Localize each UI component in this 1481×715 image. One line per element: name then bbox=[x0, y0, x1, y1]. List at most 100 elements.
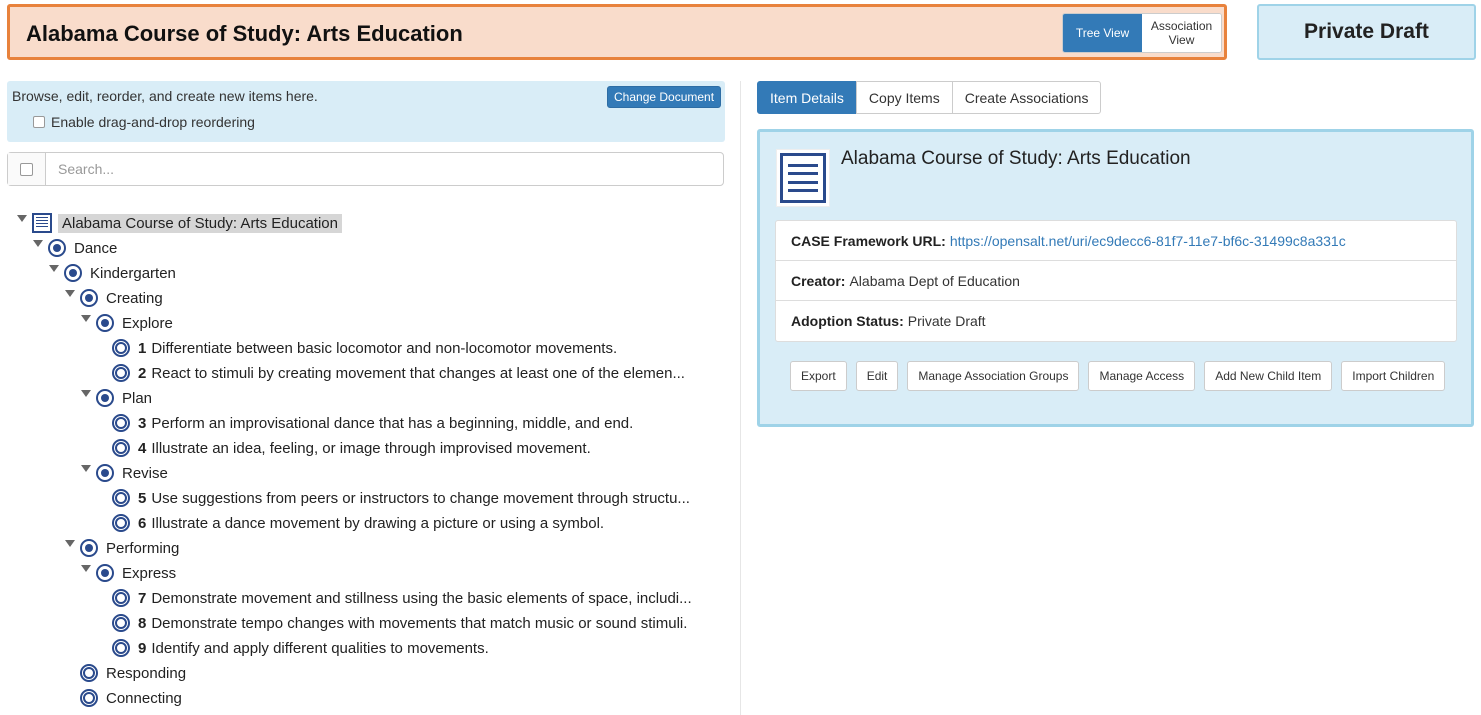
tree-node[interactable]: Express bbox=[96, 562, 176, 584]
expand-caret-icon[interactable] bbox=[33, 240, 43, 247]
framework-url-row: CASE Framework URL: https://opensalt.net… bbox=[776, 221, 1456, 261]
folder-node-icon bbox=[96, 564, 114, 582]
tree-item-label: Differentiate between basic locomotor an… bbox=[151, 339, 618, 357]
expand-caret-icon[interactable] bbox=[81, 390, 91, 397]
standard-item-icon bbox=[112, 589, 130, 607]
tree-node-label: Creating bbox=[106, 289, 163, 307]
document-actions: Export Edit Manage Association Groups Ma… bbox=[790, 361, 1454, 391]
add-new-child-item-button[interactable]: Add New Child Item bbox=[1204, 361, 1333, 391]
expand-caret-icon[interactable] bbox=[65, 540, 75, 547]
tree-item[interactable]: 6 Illustrate a dance movement by drawing… bbox=[112, 512, 604, 534]
expand-caret-icon[interactable] bbox=[17, 215, 27, 222]
standard-item-icon bbox=[112, 339, 130, 357]
tree-node-label: Performing bbox=[106, 539, 180, 557]
manage-association-groups-button[interactable]: Manage Association Groups bbox=[907, 361, 1080, 391]
panel-divider[interactable] bbox=[740, 81, 741, 715]
view-toggle: Tree View Association View bbox=[1062, 13, 1222, 53]
standard-item-icon bbox=[112, 514, 130, 532]
folder-node-icon bbox=[80, 539, 98, 557]
standard-item-icon bbox=[112, 489, 130, 507]
manage-access-button[interactable]: Manage Access bbox=[1088, 361, 1196, 391]
framework-url-link[interactable]: https://opensalt.net/uri/ec9decc6-81f7-1… bbox=[950, 233, 1346, 249]
export-button[interactable]: Export bbox=[790, 361, 847, 391]
association-view-button[interactable]: Association View bbox=[1142, 14, 1221, 52]
tree-node-label: Connecting bbox=[106, 689, 182, 707]
tree-node-label: Express bbox=[122, 564, 177, 582]
drag-drop-checkbox[interactable] bbox=[33, 116, 45, 128]
select-all-addon bbox=[8, 153, 46, 185]
tree-item-label: Demonstrate movement and stillness using… bbox=[151, 589, 692, 607]
item-number: 5 bbox=[138, 489, 147, 507]
item-details-panel: Alabama Course of Study: Arts Education … bbox=[757, 129, 1474, 427]
tree-node[interactable]: Responding bbox=[80, 662, 186, 684]
framework-url-label: CASE Framework URL: bbox=[791, 232, 946, 249]
change-document-button[interactable]: Change Document bbox=[607, 86, 722, 108]
folder-node-icon bbox=[64, 264, 82, 282]
adoption-status-value: Private Draft bbox=[907, 313, 986, 329]
creator-value: Alabama Dept of Education bbox=[849, 272, 1020, 289]
expand-caret-icon[interactable] bbox=[81, 315, 91, 322]
item-number: 8 bbox=[138, 614, 147, 632]
tree-item-label: Perform an improvisational dance that ha… bbox=[151, 414, 634, 432]
expand-caret-icon[interactable] bbox=[81, 465, 91, 472]
document-title: Alabama Course of Study: Arts Education bbox=[26, 21, 463, 46]
expand-caret-icon[interactable] bbox=[81, 565, 91, 572]
tree-item[interactable]: 7 Demonstrate movement and stillness usi… bbox=[112, 587, 692, 609]
drag-drop-label: Enable drag-and-drop reordering bbox=[51, 114, 255, 130]
tree-item-label: React to stimuli by creating movement th… bbox=[151, 364, 685, 382]
tree-node[interactable]: Dance bbox=[48, 237, 117, 259]
tree-item[interactable]: 9 Identify and apply different qualities… bbox=[112, 637, 489, 659]
tab-create-associations[interactable]: Create Associations bbox=[951, 81, 1102, 114]
info-message: Browse, edit, reorder, and create new it… bbox=[12, 88, 318, 104]
tree-node-label: Alabama Course of Study: Arts Education bbox=[58, 213, 342, 233]
tree-item[interactable]: 8 Demonstrate tempo changes with movemen… bbox=[112, 612, 687, 634]
tree-item[interactable]: 3 Perform an improvisational dance that … bbox=[112, 412, 633, 434]
item-number: 3 bbox=[138, 414, 147, 432]
details-title: Alabama Course of Study: Arts Education bbox=[841, 148, 1191, 169]
folder-node-icon bbox=[96, 314, 114, 332]
tab-item-details[interactable]: Item Details bbox=[757, 81, 857, 114]
tree-node[interactable]: Plan bbox=[96, 387, 152, 409]
search-group bbox=[7, 152, 724, 186]
tree-item[interactable]: 2 React to stimuli by creating movement … bbox=[112, 362, 685, 384]
tree-node[interactable]: Kindergarten bbox=[64, 262, 176, 284]
tree-node[interactable]: Explore bbox=[96, 312, 173, 334]
edit-button[interactable]: Edit bbox=[855, 361, 899, 391]
standard-item-icon bbox=[112, 614, 130, 632]
tree-node[interactable]: Connecting bbox=[80, 687, 182, 709]
tree-node[interactable]: Creating bbox=[80, 287, 163, 309]
folder-node-icon bbox=[96, 389, 114, 407]
standard-item-icon bbox=[112, 414, 130, 432]
document-icon bbox=[32, 213, 52, 233]
creator-row: Creator: Alabama Dept of Education bbox=[776, 261, 1456, 301]
search-input[interactable] bbox=[46, 153, 723, 185]
expand-caret-icon[interactable] bbox=[65, 290, 75, 297]
expand-caret-icon[interactable] bbox=[49, 265, 59, 272]
item-number: 1 bbox=[138, 339, 147, 357]
import-children-button[interactable]: Import Children bbox=[1341, 361, 1446, 391]
drag-drop-option[interactable]: Enable drag-and-drop reordering bbox=[33, 114, 255, 130]
select-all-checkbox[interactable] bbox=[20, 162, 33, 176]
tree-item-label: Illustrate an idea, feeling, or image th… bbox=[151, 439, 591, 457]
document-icon bbox=[776, 149, 830, 207]
collapsed-node-icon bbox=[80, 664, 98, 682]
tree-item[interactable]: 4 Illustrate an idea, feeling, or image … bbox=[112, 437, 591, 459]
tree-item[interactable]: 5 Use suggestions from peers or instruct… bbox=[112, 487, 690, 509]
item-number: 9 bbox=[138, 639, 147, 657]
adoption-status-row: Adoption Status: Private Draft bbox=[776, 301, 1456, 341]
tree-item-label: Illustrate a dance movement by drawing a… bbox=[151, 514, 605, 532]
tree-node[interactable]: Performing bbox=[80, 537, 179, 559]
status-badge: Private Draft bbox=[1257, 4, 1476, 60]
standard-item-icon bbox=[112, 639, 130, 657]
detail-tabs: Item Details Copy Items Create Associati… bbox=[757, 81, 1102, 114]
tree-view-button[interactable]: Tree View bbox=[1063, 14, 1142, 52]
item-number: 2 bbox=[138, 364, 147, 382]
tree-node-label: Dance bbox=[74, 239, 118, 257]
document-title-bar: Alabama Course of Study: Arts Education … bbox=[7, 4, 1227, 60]
item-number: 6 bbox=[138, 514, 147, 532]
tab-copy-items[interactable]: Copy Items bbox=[855, 81, 953, 114]
tree-item[interactable]: 1 Differentiate between basic locomotor … bbox=[112, 337, 617, 359]
item-number: 4 bbox=[138, 439, 147, 457]
tree-node[interactable]: Revise bbox=[96, 462, 168, 484]
tree-root-node[interactable]: Alabama Course of Study: Arts Education bbox=[32, 212, 342, 234]
